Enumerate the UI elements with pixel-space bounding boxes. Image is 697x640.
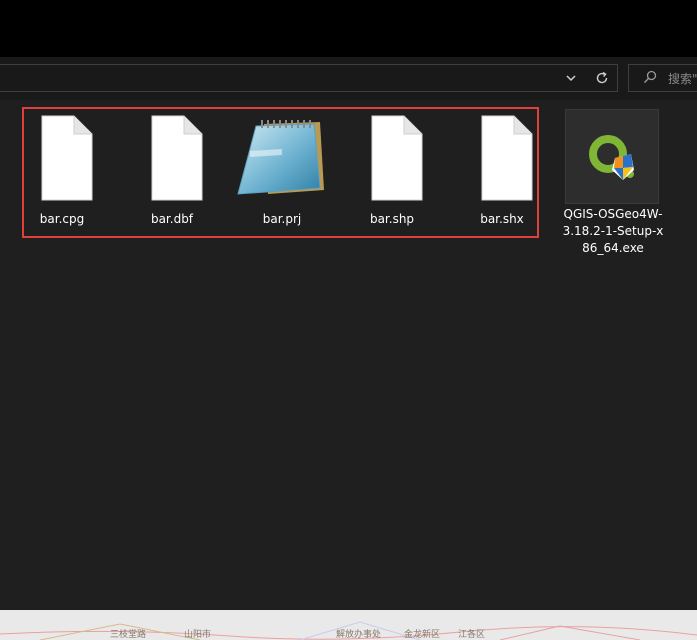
qgis-installer-icon <box>589 135 634 180</box>
map-label: 山阳市 <box>184 630 212 640</box>
file-item-bar-shp[interactable]: bar.shp <box>342 114 442 234</box>
blank-file-icon <box>41 115 93 201</box>
file-name: bar.prj <box>262 212 302 226</box>
map-label: 金龙新区 <box>404 630 441 640</box>
file-item-bar-cpg[interactable]: bar.cpg <box>12 114 112 234</box>
blank-file-icon <box>481 115 533 201</box>
file-name: bar.dbf <box>150 212 194 226</box>
file-name: QGIS-OSGeo4W-3.18.2-1-Setup-x86_64.exe <box>562 207 664 255</box>
chevron-down-icon[interactable] <box>564 70 578 86</box>
blank-file-icon <box>371 115 423 201</box>
blank-file-icon <box>151 115 203 201</box>
file-item-bar-shx[interactable]: bar.shx <box>452 114 552 234</box>
background-map-strip: 三枝堂路 山阳市 解放办事处 金龙新区 江各区 <box>0 610 697 640</box>
notepad-icon <box>237 120 324 195</box>
file-name: bar.cpg <box>39 212 85 226</box>
file-item-bar-prj[interactable]: bar.prj <box>232 114 332 234</box>
map-label: 三枝堂路 <box>110 630 147 640</box>
file-name: bar.shp <box>369 212 415 226</box>
refresh-icon[interactable] <box>594 70 610 86</box>
map-label: 江各区 <box>458 630 486 640</box>
address-bar[interactable] <box>0 64 618 92</box>
file-item-bar-dbf[interactable]: bar.dbf <box>122 114 222 234</box>
map-label: 解放办事处 <box>336 630 382 640</box>
file-name: bar.shx <box>480 212 524 226</box>
file-item-qgis-installer[interactable] <box>565 109 659 204</box>
window-title-strip <box>0 0 697 57</box>
search-icon <box>644 70 657 83</box>
search-placeholder: 搜索" <box>668 72 697 86</box>
